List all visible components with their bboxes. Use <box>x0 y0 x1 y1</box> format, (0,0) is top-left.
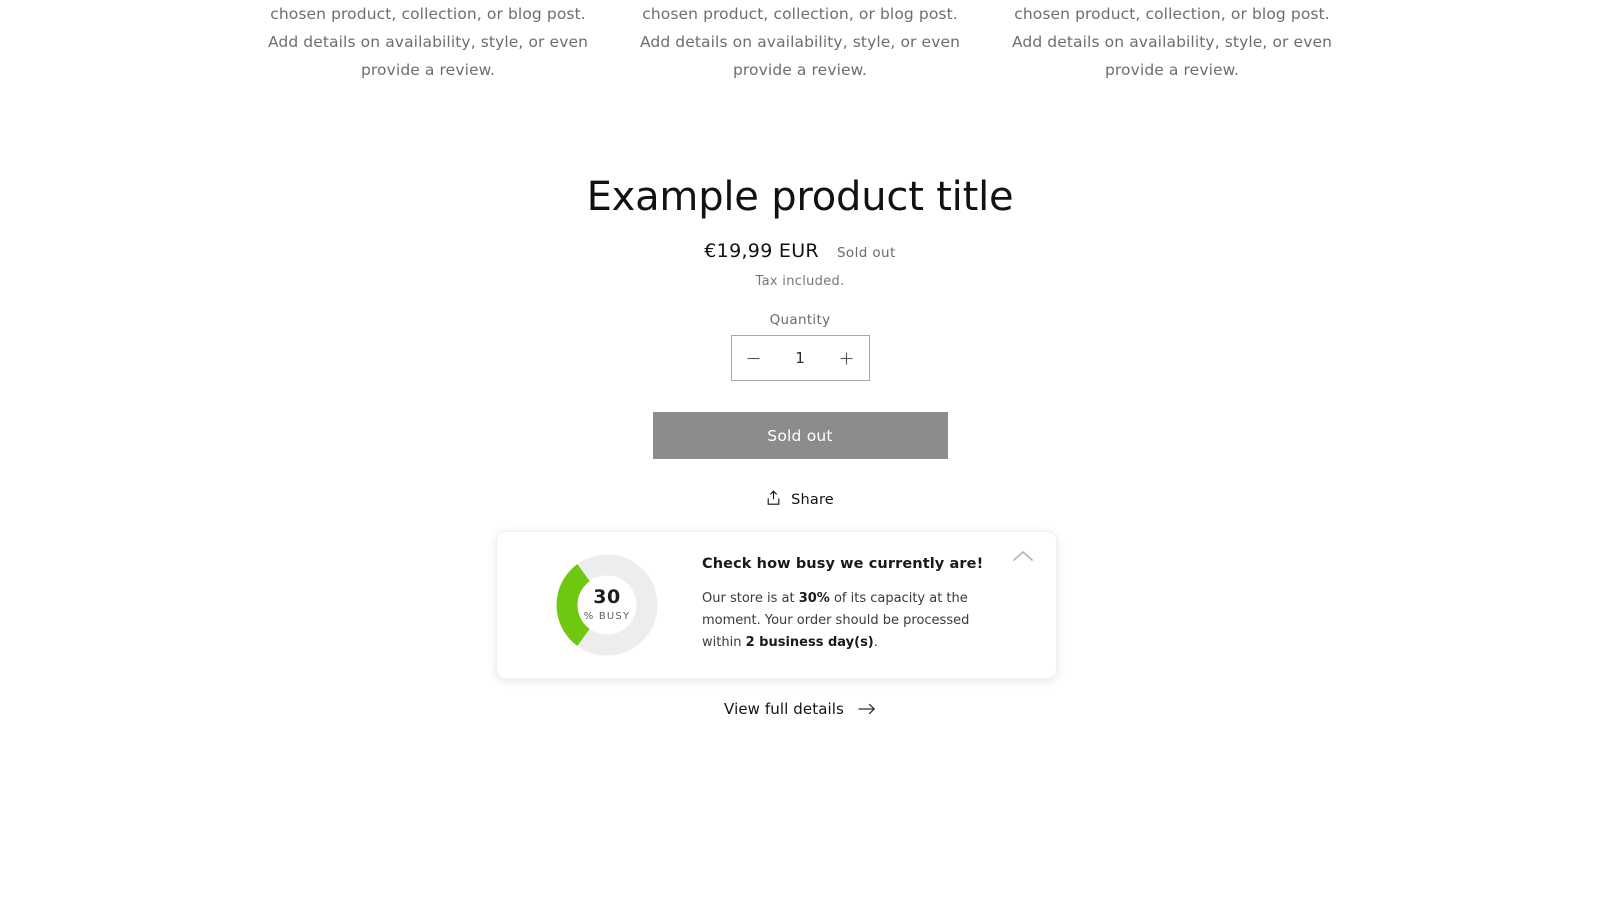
top-column-text: chosen product, collection, or blog post… <box>639 5 961 79</box>
store-busy-card: 30 % BUSY Check how busy we currently ar… <box>496 531 1057 679</box>
top-column-text: chosen product, collection, or blog post… <box>267 5 589 79</box>
tax-note: Tax included. <box>755 274 845 289</box>
busy-processing-time: 2 business day(s) <box>745 635 874 650</box>
top-column-text: chosen product, collection, or blog post… <box>1011 5 1333 79</box>
quantity-input[interactable] <box>776 349 824 367</box>
quantity-stepper[interactable] <box>730 335 870 381</box>
share-icon <box>766 490 781 510</box>
arrow-right-icon <box>858 700 876 719</box>
busy-body-prefix: Our store is at <box>702 591 799 606</box>
busy-body-suffix: . <box>873 635 878 650</box>
view-full-details-label: View full details <box>724 700 844 718</box>
quantity-label: Quantity <box>769 312 831 328</box>
top-column: chosen product, collection, or blog post… <box>635 0 965 92</box>
top-column: chosen product, collection, or blog post… <box>263 0 593 92</box>
minus-icon <box>746 351 761 366</box>
top-text-columns: chosen product, collection, or blog post… <box>0 0 1600 92</box>
share-label: Share <box>791 492 834 508</box>
quantity-decrease-button[interactable] <box>732 336 776 380</box>
busy-capacity-value: 30% <box>798 591 830 606</box>
busy-card-heading: Check how busy we currently are! <box>702 556 984 572</box>
page-title: Example product title <box>586 174 1014 220</box>
plus-icon <box>839 351 854 366</box>
busy-gauge: 30 % BUSY <box>555 553 659 657</box>
product-price: €19,99 EUR <box>704 240 819 262</box>
busy-card-body: Our store is at 30% of its capacity at t… <box>702 588 970 654</box>
share-button[interactable]: Share <box>766 490 834 510</box>
busy-gauge-svg <box>556 554 658 656</box>
quantity-increase-button[interactable] <box>825 336 869 380</box>
status-badge: Sold out <box>836 245 896 261</box>
top-column: chosen product, collection, or blog post… <box>1007 0 1337 92</box>
chevron-up-icon <box>1012 548 1034 567</box>
view-full-details-link[interactable]: View full details <box>0 700 1600 719</box>
collapse-card-button[interactable] <box>1010 544 1036 570</box>
busy-card-text: Check how busy we currently are! Our sto… <box>702 556 1023 654</box>
product-details: Example product title €19,99 EUR Sold ou… <box>0 172 1600 510</box>
price-row: €19,99 EUR Sold out <box>704 240 895 262</box>
sold-out-button[interactable]: Sold out <box>652 412 948 459</box>
